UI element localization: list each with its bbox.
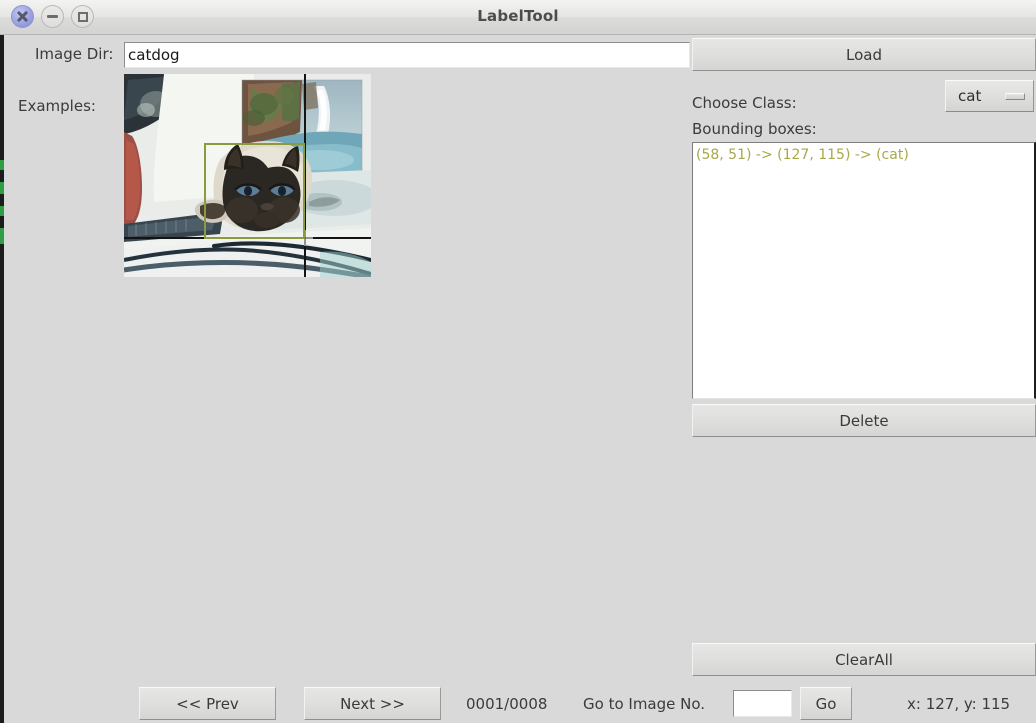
clearall-button[interactable]: ClearAll xyxy=(692,643,1036,676)
cursor-coordinates: x: 127, y: 115 xyxy=(907,695,1011,713)
delete-button[interactable]: Delete xyxy=(692,404,1036,437)
prev-button[interactable]: << Prev xyxy=(139,687,276,720)
class-select[interactable]: cat xyxy=(945,80,1034,112)
image-dir-input[interactable]: catdog xyxy=(124,42,690,68)
photo-content xyxy=(124,74,371,277)
image-dir-label: Image Dir: xyxy=(35,45,114,63)
load-button[interactable]: Load xyxy=(692,38,1036,71)
canvas-svg xyxy=(124,74,371,277)
go-button[interactable]: Go xyxy=(800,687,852,720)
class-select-value: cat xyxy=(958,87,982,105)
desktop-background-strip xyxy=(0,30,4,723)
choose-class-label: Choose Class: xyxy=(692,94,797,112)
goto-image-input[interactable] xyxy=(733,690,792,717)
bounding-boxes-label: Bounding boxes: xyxy=(692,120,817,138)
window-title: LabelTool xyxy=(477,7,559,25)
goto-image-label: Go to Image No. xyxy=(583,695,706,713)
list-item[interactable]: (58, 51) -> (127, 115) -> (cat) xyxy=(695,145,1034,165)
title-bar: LabelTool xyxy=(0,0,1036,35)
option-menu-indicator-icon xyxy=(1005,92,1025,100)
bbox-listbox[interactable]: (58, 51) -> (127, 115) -> (cat) xyxy=(692,142,1036,399)
image-counter: 0001/0008 xyxy=(466,695,548,713)
image-annotation-canvas[interactable] xyxy=(124,74,371,277)
examples-label: Examples: xyxy=(18,97,96,115)
next-button[interactable]: Next >> xyxy=(304,687,441,720)
label-tool-window: LabelTool Image Dir: catdog Load Example… xyxy=(0,0,1036,723)
